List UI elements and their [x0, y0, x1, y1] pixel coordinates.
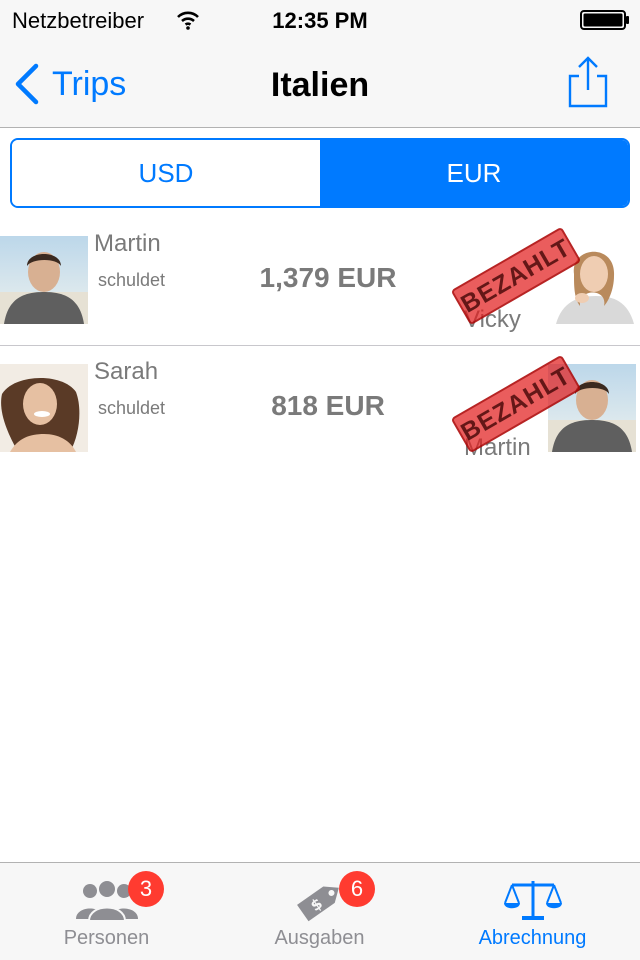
status-bar: Netzbetreiber 12:35 PM — [0, 0, 640, 40]
settlement-row[interactable]: Sarah schuldet 818 EUR Martin BEZAHLT — [0, 346, 640, 474]
tab-abrechnung[interactable]: Abrechnung — [426, 863, 639, 960]
badge-count: 6 — [339, 871, 375, 907]
badge-count: 3 — [128, 871, 164, 907]
tab-bar: Personen 3 $ Ausgaben 6 Abrechnung — [0, 862, 640, 960]
share-icon — [568, 56, 608, 108]
debtor-name: Sarah — [94, 358, 159, 385]
tab-label: Ausgaben — [274, 927, 365, 949]
page-title: Italien — [270, 66, 370, 104]
scales-icon — [500, 877, 566, 923]
debtor-avatar — [0, 236, 88, 324]
tab-label: Abrechnung — [478, 927, 587, 949]
battery-icon — [580, 10, 630, 30]
share-button[interactable] — [566, 54, 610, 110]
navigation-bar: Trips Italien — [0, 40, 640, 128]
tab-label: Personen — [63, 927, 150, 949]
currency-option-eur[interactable]: EUR — [320, 140, 628, 206]
tab-ausgaben[interactable]: $ Ausgaben 6 — [213, 863, 426, 960]
debt-amount: 1,379 EUR — [259, 262, 397, 293]
currency-segmented-control: USD EUR — [10, 138, 630, 208]
settlement-list: Martin schuldet 1,379 EUR Vicky BEZAHLT — [0, 218, 640, 474]
settlement-row[interactable]: Martin schuldet 1,379 EUR Vicky BEZAHLT — [0, 218, 640, 346]
debt-amount: 818 EUR — [271, 390, 385, 421]
tab-personen[interactable]: Personen 3 — [0, 863, 213, 960]
owes-label: schuldet — [98, 270, 166, 290]
status-time: 12:35 PM — [272, 8, 368, 33]
owes-label: schuldet — [98, 398, 166, 418]
debtor-name: Martin — [94, 230, 161, 257]
debtor-avatar — [0, 364, 88, 452]
currency-option-usd[interactable]: USD — [12, 140, 320, 206]
